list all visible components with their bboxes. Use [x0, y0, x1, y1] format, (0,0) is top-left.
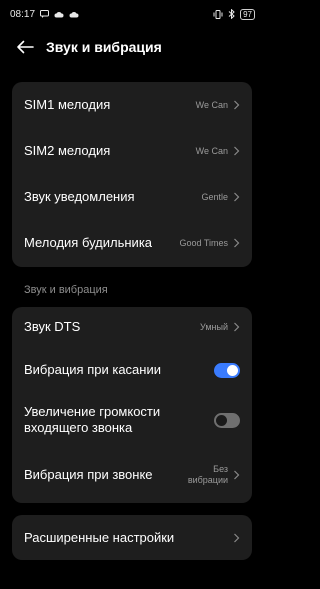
notification-sound-value: Gentle	[201, 191, 228, 202]
sim1-ringtone-value: We Can	[195, 99, 228, 110]
ring-vibration-right: Без вибрации	[188, 464, 240, 486]
sim1-ringtone-item[interactable]: SIM1 мелодия We Can	[12, 82, 252, 128]
cloud-icon	[69, 11, 79, 17]
advanced-settings-item[interactable]: Расширенные настройки	[12, 515, 252, 560]
vibrate-icon	[213, 9, 223, 19]
chevron-right-icon	[234, 322, 240, 332]
alarm-ringtone-item[interactable]: Мелодия будильника Good Times	[12, 220, 252, 266]
volume-increase-label: Увеличение громкости входящего звонка	[24, 404, 160, 436]
dts-sound-item[interactable]: Звук DTS Умный	[12, 307, 252, 347]
alarm-ringtone-label: Мелодия будильника	[24, 235, 153, 250]
notification-sound-label: Звук уведомления	[24, 189, 135, 204]
chevron-right-icon	[234, 238, 240, 248]
arrow-left-icon	[17, 40, 34, 54]
section-title: Звук и вибрация	[24, 284, 108, 296]
alarm-ringtone-right: Good Times	[179, 238, 240, 249]
notification-sound-item[interactable]: Звук уведомления Gentle	[12, 174, 252, 220]
ring-vibration-label: Вибрация при звонке	[24, 467, 153, 482]
chevron-right-icon	[234, 192, 240, 202]
notification-sound-right: Gentle	[201, 192, 240, 203]
volume-increase-label-line2: входящего звонка	[24, 420, 133, 435]
touch-vibration-toggle[interactable]	[214, 362, 240, 378]
sim2-ringtone-value: We Can	[195, 145, 228, 156]
header: Звук и вибрация	[0, 28, 265, 66]
sim1-ringtone-label: SIM1 мелодия	[24, 97, 111, 112]
message-icon	[40, 10, 50, 18]
volume-increase-toggle[interactable]	[214, 412, 240, 428]
toggle-knob	[216, 414, 227, 426]
status-bar-left: 08:17	[10, 9, 79, 20]
toggle-knob	[227, 364, 238, 376]
volume-increase-item: Увеличение громкости входящего звонка	[12, 393, 252, 447]
battery-indicator: 97	[240, 8, 255, 20]
ring-vibration-value: Без вибрации	[188, 464, 228, 486]
sim2-ringtone-item[interactable]: SIM2 мелодия We Can	[12, 128, 252, 174]
advanced-card: Расширенные настройки	[12, 515, 252, 560]
chevron-right-icon	[234, 533, 240, 542]
ring-vibration-value-line2: вибрации	[187, 475, 228, 485]
status-time: 08:17	[10, 8, 36, 20]
sim2-ringtone-right: We Can	[196, 146, 240, 157]
ring-vibration-item[interactable]: Вибрация при звонке Без вибрации	[12, 447, 252, 503]
dts-sound-label: Звук DTS	[24, 319, 81, 334]
volume-increase-label-line1: Увеличение громкости	[24, 404, 161, 419]
advanced-settings-label: Расширенные настройки	[24, 529, 175, 545]
dts-sound-right: Умный	[200, 322, 240, 333]
alarm-ringtone-value: Good Times	[179, 237, 228, 248]
status-bar-right: 97	[213, 8, 255, 20]
chevron-right-icon	[234, 146, 240, 156]
touch-vibration-label: Вибрация при касании	[24, 362, 161, 377]
ringtones-card: SIM1 мелодия We Can SIM2 мелодия We Can …	[12, 82, 252, 267]
sim1-ringtone-right: We Can	[196, 100, 240, 111]
sound-vibration-card: Звук DTS Умный Вибрация при касании Увел…	[12, 307, 252, 503]
chevron-right-icon	[234, 470, 240, 480]
bluetooth-icon	[228, 9, 235, 19]
cloud-icon	[54, 11, 64, 17]
sim2-ringtone-label: SIM2 мелодия	[24, 143, 111, 158]
ring-vibration-value-line1: Без	[213, 464, 228, 474]
status-bar: 08:17 97	[0, 0, 265, 28]
touch-vibration-item: Вибрация при касании	[12, 347, 252, 393]
page-title: Звук и вибрация	[46, 39, 162, 55]
dts-sound-value: Умный	[200, 321, 228, 332]
chevron-right-icon	[234, 100, 240, 110]
back-button[interactable]	[14, 36, 36, 58]
